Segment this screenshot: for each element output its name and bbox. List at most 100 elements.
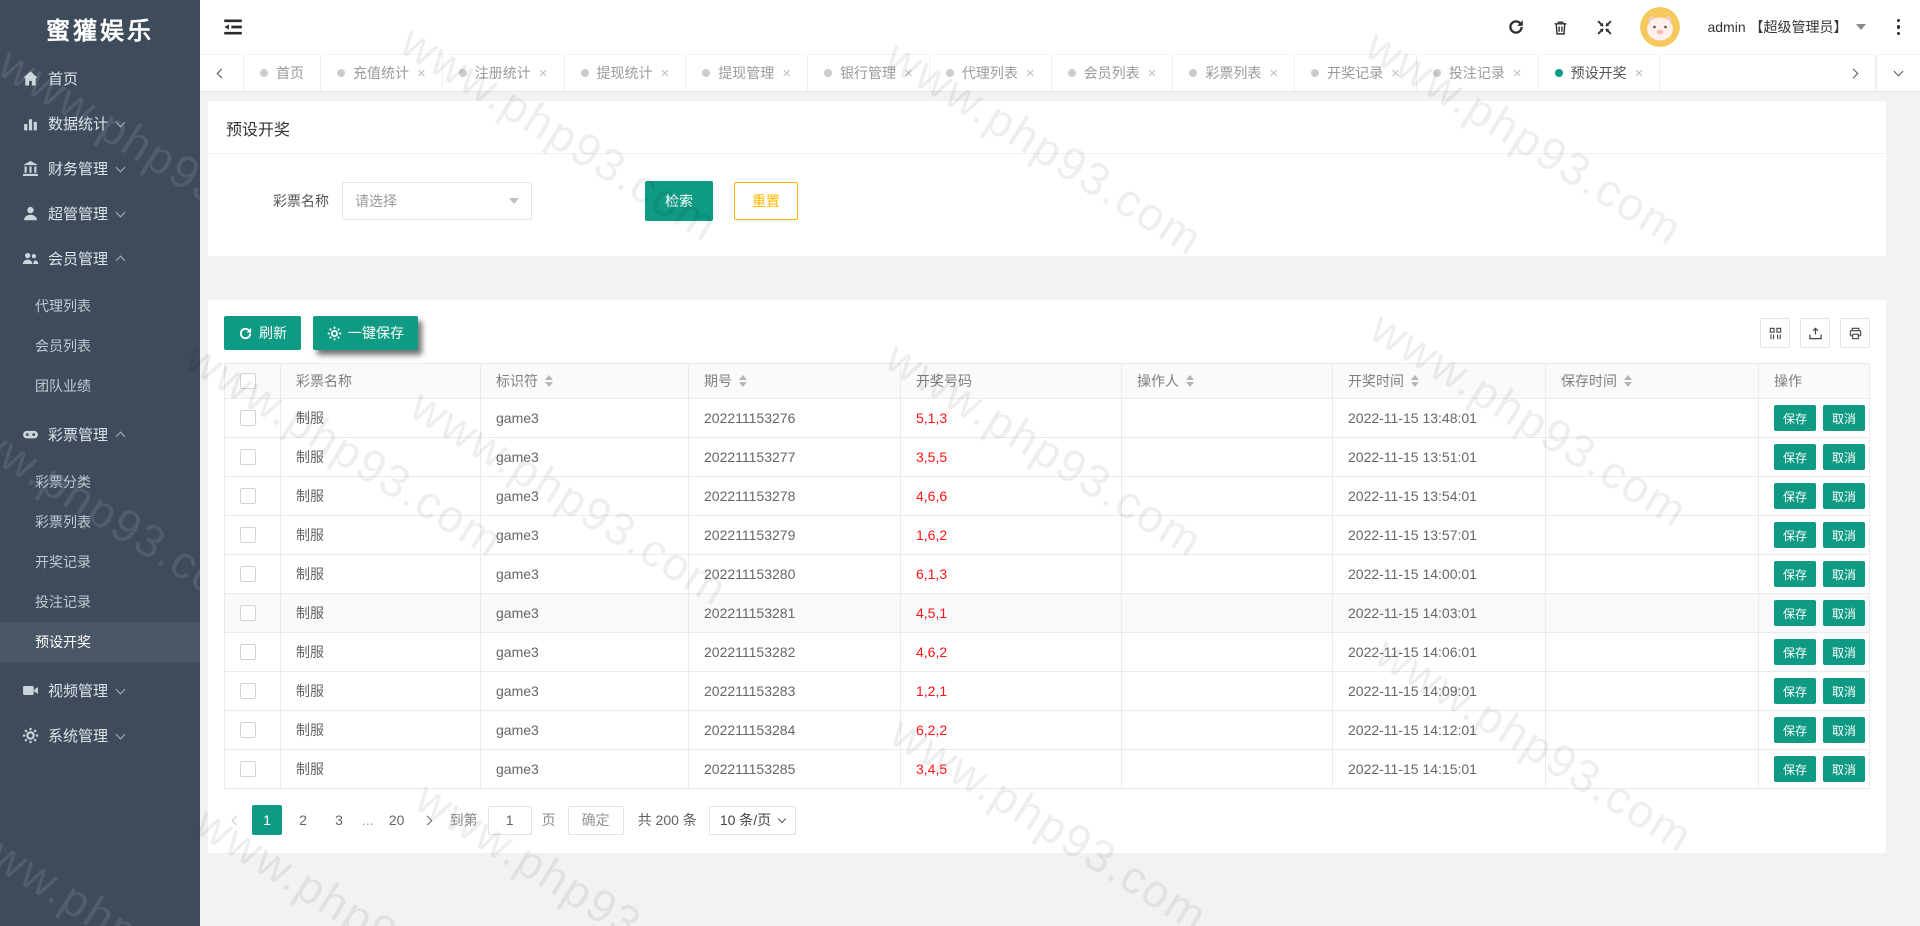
- save-button[interactable]: 保存: [1774, 522, 1817, 548]
- row-checkbox[interactable]: [240, 449, 256, 465]
- col-issue[interactable]: 期号: [688, 363, 901, 399]
- tab-withdraw-manage[interactable]: 提现管理 ×: [686, 55, 809, 91]
- save-button[interactable]: 保存: [1774, 717, 1817, 743]
- row-checkbox[interactable]: [240, 683, 256, 699]
- row-checkbox[interactable]: [240, 488, 256, 504]
- page-input[interactable]: [487, 805, 532, 835]
- close-icon[interactable]: ×: [782, 66, 791, 81]
- tabs-menu-icon[interactable]: [1876, 55, 1920, 91]
- close-icon[interactable]: ×: [1635, 66, 1644, 81]
- prev-page-icon[interactable]: [224, 815, 249, 825]
- sidebar-item-finance[interactable]: 财务管理: [0, 146, 200, 191]
- user-menu[interactable]: admin 【超级管理员】: [1707, 17, 1866, 37]
- cancel-button[interactable]: 取消: [1823, 561, 1866, 587]
- select-all-checkbox[interactable]: [240, 373, 256, 389]
- tab-bank-manage[interactable]: 银行管理 ×: [808, 55, 930, 91]
- tab-draw-records[interactable]: 开奖记录 ×: [1295, 55, 1417, 91]
- tab-home[interactable]: 首页: [244, 55, 321, 91]
- search-button[interactable]: 检索: [645, 181, 713, 221]
- row-checkbox[interactable]: [240, 566, 256, 582]
- close-icon[interactable]: ×: [1513, 66, 1522, 81]
- close-icon[interactable]: ×: [661, 66, 670, 81]
- cancel-button[interactable]: 取消: [1823, 483, 1866, 509]
- row-checkbox[interactable]: [240, 410, 256, 426]
- export-icon[interactable]: [1800, 318, 1830, 348]
- col-code[interactable]: 标识符: [480, 363, 689, 399]
- cancel-button[interactable]: 取消: [1823, 444, 1866, 470]
- columns-icon[interactable]: [1760, 318, 1790, 348]
- sidebar-item-lottery[interactable]: 彩票管理: [0, 412, 200, 457]
- cancel-button[interactable]: 取消: [1823, 756, 1866, 782]
- row-checkbox[interactable]: [240, 644, 256, 660]
- sort-icon[interactable]: [1411, 375, 1419, 387]
- close-icon[interactable]: ×: [417, 66, 426, 81]
- sort-icon[interactable]: [545, 375, 553, 387]
- tab-register-stats[interactable]: 注册统计 ×: [443, 55, 565, 91]
- lottery-name-select[interactable]: 请选择: [342, 182, 532, 220]
- sidebar-item-system[interactable]: 系统管理: [0, 713, 200, 758]
- cancel-button[interactable]: 取消: [1823, 717, 1866, 743]
- sort-icon[interactable]: [1186, 375, 1194, 387]
- tab-bet-records[interactable]: 投注记录 ×: [1417, 55, 1539, 91]
- fullscreen-icon[interactable]: [1596, 19, 1613, 36]
- close-icon[interactable]: ×: [1269, 66, 1278, 81]
- save-button[interactable]: 保存: [1774, 600, 1817, 626]
- tab-recharge-stats[interactable]: 充值统计 ×: [321, 55, 443, 91]
- refresh-button[interactable]: 刷新: [224, 316, 301, 350]
- save-button[interactable]: 保存: [1774, 444, 1817, 470]
- more-options-icon[interactable]: [1893, 15, 1905, 40]
- tabs-scroll-left-icon[interactable]: [200, 55, 244, 91]
- row-checkbox[interactable]: [240, 722, 256, 738]
- page-number[interactable]: 20: [382, 805, 412, 835]
- page-number[interactable]: 1: [252, 805, 282, 835]
- sidebar-item-super-admin[interactable]: 超管管理: [0, 191, 200, 236]
- save-button[interactable]: 保存: [1774, 483, 1817, 509]
- page-number[interactable]: 3: [324, 805, 354, 835]
- row-checkbox[interactable]: [240, 605, 256, 621]
- tab-member-list[interactable]: 会员列表 ×: [1052, 55, 1174, 91]
- close-icon[interactable]: ×: [1148, 66, 1157, 81]
- refresh-icon[interactable]: [1507, 18, 1525, 36]
- tabs-scroll-right-icon[interactable]: [1832, 55, 1876, 91]
- tab-agent-list[interactable]: 代理列表 ×: [930, 55, 1052, 91]
- save-button[interactable]: 保存: [1774, 678, 1817, 704]
- col-save-time[interactable]: 保存时间: [1545, 363, 1759, 399]
- row-checkbox[interactable]: [240, 761, 256, 777]
- sort-icon[interactable]: [1624, 375, 1632, 387]
- close-icon[interactable]: ×: [1391, 66, 1400, 81]
- close-icon[interactable]: ×: [539, 66, 548, 81]
- print-icon[interactable]: [1840, 318, 1870, 348]
- cancel-button[interactable]: 取消: [1823, 600, 1866, 626]
- collapse-sidebar-icon[interactable]: [216, 10, 250, 44]
- sidebar-item-members[interactable]: 会员管理: [0, 236, 200, 281]
- sidebar-item-video[interactable]: 视频管理: [0, 668, 200, 713]
- sort-icon[interactable]: [739, 375, 747, 387]
- tab-withdraw-stats[interactable]: 提现统计 ×: [565, 55, 687, 91]
- sidebar-item-bet-records[interactable]: 投注记录: [0, 582, 200, 622]
- col-draw-time[interactable]: 开奖时间: [1332, 363, 1546, 399]
- save-button[interactable]: 保存: [1774, 561, 1817, 587]
- save-button[interactable]: 保存: [1774, 405, 1817, 431]
- save-button[interactable]: 保存: [1774, 639, 1817, 665]
- save-all-button[interactable]: 一键保存: [313, 316, 418, 350]
- sidebar-item-team-performance[interactable]: 团队业绩: [0, 366, 200, 406]
- sidebar-item-draw-records[interactable]: 开奖记录: [0, 542, 200, 582]
- tab-lottery-list[interactable]: 彩票列表 ×: [1173, 55, 1296, 91]
- cancel-button[interactable]: 取消: [1823, 639, 1866, 665]
- confirm-page-button[interactable]: 确定: [567, 805, 624, 835]
- col-operator[interactable]: 操作人: [1121, 363, 1333, 399]
- cancel-button[interactable]: 取消: [1823, 522, 1866, 548]
- page-number[interactable]: 2: [288, 805, 318, 835]
- cancel-button[interactable]: 取消: [1823, 405, 1866, 431]
- reset-button[interactable]: 重置: [734, 182, 798, 220]
- sidebar-item-agent-list[interactable]: 代理列表: [0, 286, 200, 326]
- sidebar-item-preset-draw[interactable]: 预设开奖: [0, 622, 200, 662]
- next-page-icon[interactable]: [415, 815, 440, 825]
- sidebar-item-lottery-category[interactable]: 彩票分类: [0, 462, 200, 502]
- cancel-button[interactable]: 取消: [1823, 678, 1866, 704]
- sidebar-item-data-stats[interactable]: 数据统计: [0, 101, 200, 146]
- close-icon[interactable]: ×: [1026, 66, 1035, 81]
- tab-preset-draw[interactable]: 预设开奖 ×: [1539, 55, 1661, 91]
- save-button[interactable]: 保存: [1774, 756, 1817, 782]
- sidebar-item-home[interactable]: 首页: [0, 56, 200, 101]
